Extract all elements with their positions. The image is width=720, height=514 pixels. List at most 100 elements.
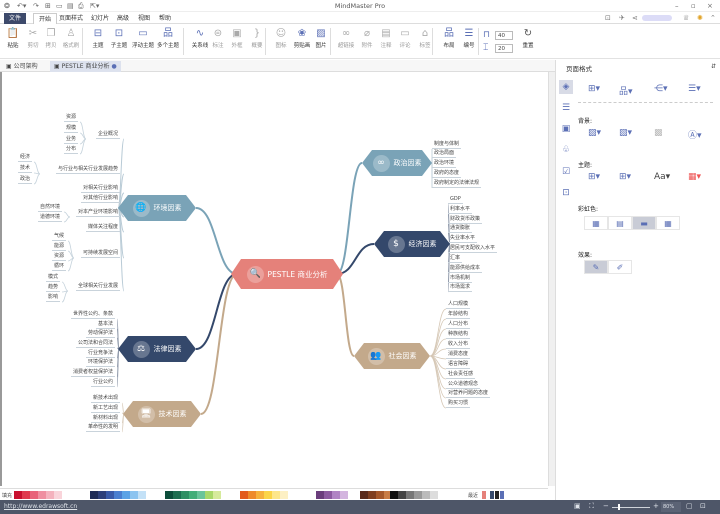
subtopic[interactable]: 能源供给成本 [448,264,483,273]
main-topic-pol[interactable]: ∞ 政治因素 [362,150,432,176]
subtopic[interactable]: 人口分布 [446,320,471,329]
subtopic[interactable]: 政府制定的法律法规 [432,179,482,188]
list-icon[interactable]: ☰▾ [688,84,701,94]
close-tab-icon[interactable]: ● [111,63,116,70]
subtopic[interactable]: 行业公约 [90,378,115,387]
rainbow-option-1[interactable]: ▦ [584,216,608,230]
zoom-in-button[interactable]: + [653,502,659,510]
subtopic[interactable]: 收入分布 [446,340,471,349]
settings-icon[interactable]: ✺ [697,14,703,22]
subtopic[interactable]: 企业概况 [95,130,120,139]
color-swatch[interactable] [217,491,221,499]
subtopic[interactable]: 人口规模 [446,300,471,309]
bg-remove-icon[interactable]: ▩ [654,128,663,138]
subtopic[interactable]: 语言障碍 [446,360,471,369]
main-topic-law[interactable]: ⚖ 法律因素 [118,336,196,362]
subtopic[interactable]: 制度与体制 [432,140,462,149]
tab-file[interactable]: 文件 [4,13,27,24]
main-topic-env[interactable]: 🌐 环境因素 [118,195,196,221]
subtopic[interactable]: 道德环境 [37,213,62,222]
subtopic[interactable]: 种族结构 [446,330,471,339]
subtopic[interactable]: 能源 [51,242,66,251]
subtopic[interactable]: 利率水平 [448,205,473,214]
share-icon[interactable]: ⋖ [632,14,638,22]
horizontal-spacing-input[interactable]: 40 [495,31,513,40]
subtopic[interactable]: GDP [448,195,463,204]
subtopic[interactable]: 媒体关注程度 [85,223,120,232]
recent-color-swatch[interactable] [500,491,504,499]
actual-size-icon[interactable]: ▢ [686,502,693,510]
structure-icon[interactable]: ⊞▾ [588,84,600,94]
central-topic[interactable]: 🔍 PESTLE 商业分析 [231,259,343,289]
theme-font-icon[interactable]: Aa▾ [654,172,670,182]
layout-branch-icon[interactable]: ⋲▾ [654,84,668,94]
subtopic[interactable]: 购买习惯 [446,399,471,408]
subtopic[interactable]: 对营养问题的态度 [446,389,491,398]
theme-color-icon[interactable]: ⊞▾ [619,172,631,182]
mindmap-canvas[interactable]: 企业概况 资源 规模 业务 分布 与行业与相关行业发展趋势 经济 技术 政治 对相关行业影响 对其他… [0,72,548,486]
subtopic-button[interactable]: ⊡ 子主题 [108,27,130,49]
subtopic[interactable]: 政治 [17,175,32,184]
subtopic[interactable]: 气候 [51,232,66,241]
subtopic[interactable]: 新材料出现 [90,414,120,423]
publish-icon[interactable]: ✈ [619,14,625,22]
hand-drawn-off-button[interactable]: ✎ [584,260,608,274]
tab-view[interactable]: 视图 [133,13,155,24]
clipart-icon[interactable]: ♧ [559,143,573,157]
subtopic[interactable]: 消费态度 [446,350,471,359]
subtopic[interactable]: 与行业与相关行业发展趋势 [55,165,120,174]
recent-color-swatch[interactable] [495,491,499,499]
color-swatch[interactable] [284,491,288,499]
subtopic[interactable]: 可持续发展空间 [80,249,120,258]
pin-icon[interactable]: ⇵ [711,63,716,70]
subtopic[interactable]: 技术 [17,164,32,173]
subtopic[interactable]: 消费者权益保护法 [70,368,115,377]
subtopic[interactable]: 市场机制 [448,274,473,283]
close-button[interactable]: × [707,2,713,10]
picture-button[interactable]: ▨ 图片 [310,27,332,49]
subtopic[interactable]: 资源 [63,113,78,122]
page-format-icon[interactable]: ◈ [559,80,573,94]
bg-image-icon[interactable]: ▧▾ [619,128,632,138]
tab-page-style[interactable]: 页面样式 [54,13,88,24]
zoom-level[interactable]: 80% [661,502,681,512]
subtopic[interactable]: 政治局面 [432,149,457,158]
subtopic[interactable]: 资源 [51,252,66,261]
fit-window-icon[interactable]: ⊡ [700,502,706,510]
subtopic[interactable]: 循环 [51,262,66,271]
doc-tab-pestle[interactable]: ▣ PESTLE 商业分析 ● [50,61,121,72]
subtopic[interactable]: 汇率 [448,254,463,263]
minimize-button[interactable]: – [675,2,679,10]
fullscreen-icon[interactable]: ⛶ [589,502,594,511]
subtopic[interactable]: 社会责任感 [446,370,476,379]
main-topic-tech[interactable]: 🖥 技术因素 [123,401,201,427]
doc-tab-company[interactable]: ▣ 公司架构 [2,61,42,72]
subtopic[interactable]: 规模 [63,124,78,133]
numbering-button[interactable]: ☰ 编号 [458,27,480,49]
slide-icon[interactable]: ⊡ [559,186,573,200]
color-swatch[interactable] [58,491,62,499]
subtopic[interactable]: 基本法 [95,320,115,329]
subtopic[interactable]: 对本产业环境影响 [75,208,120,217]
subtopic[interactable]: 对相关行业影响 [80,184,120,193]
main-topic-eco[interactable]: $ 经济因素 [374,231,450,257]
website-link[interactable]: http://www.edrawsoft.cn [4,503,77,510]
recent-color-swatch[interactable] [482,491,486,499]
subtopic[interactable]: 失业率水平 [448,234,478,243]
subtopic[interactable]: 革命性的发明 [85,423,120,432]
subtopic[interactable]: 经济 [17,153,32,162]
rainbow-option-4[interactable]: ▦ [656,216,680,230]
subtopic[interactable]: 公众道德观念 [446,380,481,389]
subtopic[interactable]: 政府的态度 [432,169,462,178]
color-swatch[interactable] [142,491,146,499]
subtopic[interactable]: 政治环境 [432,159,457,168]
floating-topic-button[interactable]: ▭ 浮动主题 [132,27,154,49]
bg-color-icon[interactable]: ▨▾ [588,128,601,138]
color-swatch[interactable] [344,491,348,499]
image-icon[interactable]: ▣ [559,122,573,136]
rainbow-option-2[interactable]: ▤ [608,216,632,230]
tab-slides[interactable]: 幻灯片 [86,13,114,24]
vertical-spacing-input[interactable]: 20 [495,44,513,53]
maximize-button[interactable]: ▫ [691,2,696,10]
subtopic[interactable]: 劳动保护法 [85,329,115,338]
